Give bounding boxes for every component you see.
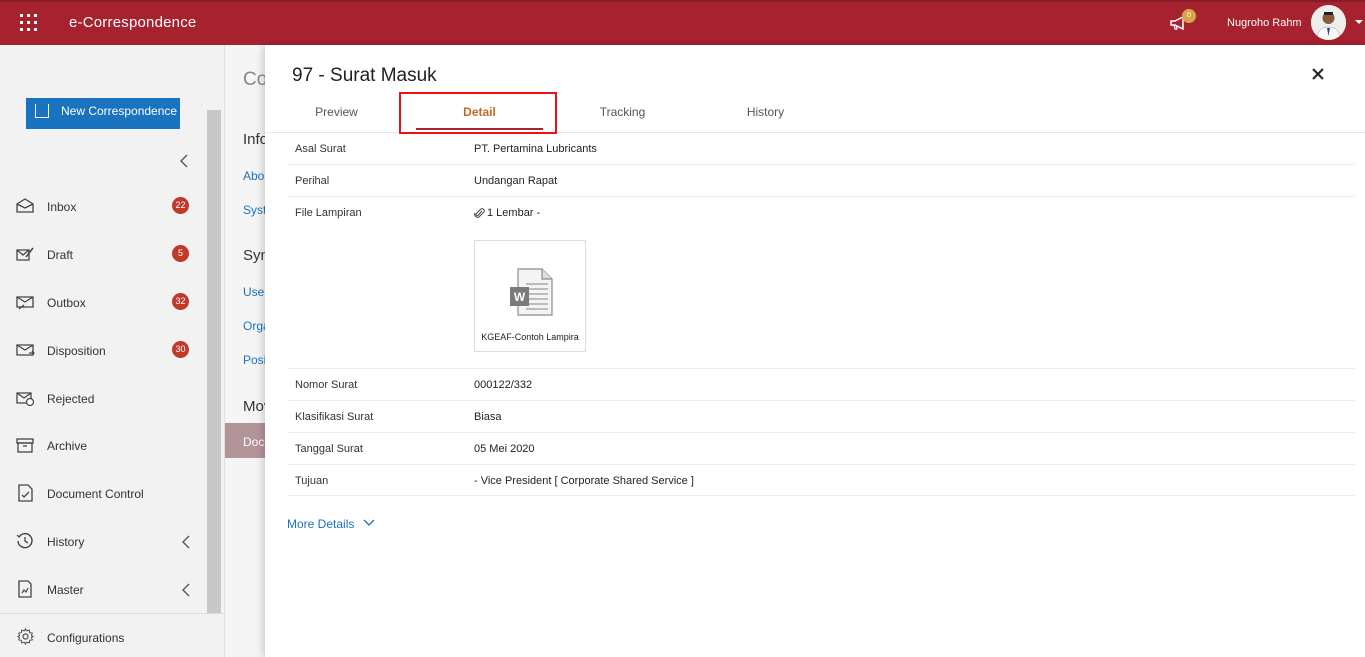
avatar[interactable] — [1311, 5, 1346, 40]
detail-row-nomor-surat: Nomor Surat 000122/332 — [288, 369, 1355, 401]
sidebar-item-label: Outbox — [47, 296, 86, 310]
detail-row-file-lampiran: File Lampiran 1 Lembar - — [288, 197, 1355, 369]
background-section-info: Info — [243, 131, 265, 148]
app-title[interactable]: e-Correspondence — [69, 14, 196, 31]
outbox-count-badge: 32 — [172, 293, 189, 310]
background-link-about[interactable]: Abou — [243, 169, 265, 183]
inbox-count-badge: 22 — [172, 197, 189, 214]
draft-icon — [16, 247, 34, 261]
sidebar-item-label: Draft — [47, 248, 74, 262]
detail-panel: 97 - Surat Masuk Preview Detail Tracking… — [265, 45, 1365, 657]
sidebar-item-label: History — [47, 535, 85, 549]
outbox-icon — [16, 296, 34, 310]
attachment-file-name: KGEAF-Contoh Lampira — [481, 332, 579, 342]
master-icon — [18, 580, 32, 598]
detail-tab-highlight — [399, 92, 557, 134]
sidebar-item-history[interactable]: History — [0, 526, 205, 556]
paperclip-icon — [474, 208, 485, 218]
background-link-user[interactable]: User — [243, 285, 265, 299]
attachment-card[interactable]: W KGEAF-Contoh Lampira — [474, 240, 586, 352]
inbox-icon — [16, 198, 34, 213]
app-launcher-icon[interactable] — [20, 14, 37, 31]
detail-row-tujuan: Tujuan - Vice President [ Corporate Shar… — [288, 465, 1355, 496]
disposition-count-badge: 30 — [172, 341, 189, 358]
sidebar-item-label: Disposition — [47, 344, 106, 358]
word-document-icon: W — [510, 268, 553, 316]
field-value: Undangan Rapat — [474, 175, 558, 187]
detail-row-klasifikasi-surat: Klasifikasi Surat Biasa — [288, 401, 1355, 433]
sidebar-item-label: Rejected — [47, 392, 95, 406]
sidebar-item-configurations[interactable]: Configurations — [0, 613, 224, 657]
field-label: Tujuan — [295, 475, 329, 487]
disposition-icon — [16, 344, 35, 356]
sidebar-scrollbar[interactable] — [207, 110, 221, 613]
sidebar-item-label: Master — [47, 583, 84, 597]
gear-icon — [17, 628, 34, 645]
background-link-system[interactable]: Syst — [243, 203, 265, 217]
sidebar-item-outbox[interactable]: Outbox 32 — [0, 287, 205, 317]
background-section-sync: Sync — [243, 247, 265, 264]
sidebar-item-inbox[interactable]: Inbox 22 — [0, 191, 205, 221]
field-value: - Vice President [ Corporate Shared Serv… — [474, 475, 694, 487]
top-bar: e-Correspondence 0 Nugroho Rahm — [0, 0, 1365, 45]
field-label: File Lampiran — [295, 207, 362, 219]
chevron-down-icon[interactable] — [363, 519, 375, 527]
field-label: Tanggal Surat — [295, 443, 363, 455]
panel-title: 97 - Surat Masuk — [292, 65, 437, 86]
detail-row-perihal: Perihal Undangan Rapat — [288, 165, 1355, 197]
master-expand-chevron-icon[interactable] — [180, 582, 192, 598]
history-icon — [16, 532, 33, 549]
draft-count-badge: 5 — [172, 245, 189, 262]
background-page: Co Info Abou Syst Sync User Orga Posi Mo… — [224, 45, 265, 657]
sidebar-item-document-control[interactable]: Document Control — [0, 478, 205, 508]
new-correspondence-button[interactable]: New Correspondence — [26, 98, 180, 129]
tab-tracking[interactable]: Tracking — [551, 100, 694, 132]
sidebar: New Correspondence Inbox 22 Draft 5 Outb… — [0, 45, 224, 657]
close-icon[interactable] — [1311, 67, 1325, 81]
background-active-item-label: Docu — [243, 435, 265, 449]
background-active-item[interactable]: Docu — [225, 423, 265, 458]
sidebar-item-label: Document Control — [47, 487, 144, 501]
collapse-sidebar-chevron-icon[interactable] — [178, 153, 190, 169]
sidebar-item-draft[interactable]: Draft 5 — [0, 239, 205, 269]
document-control-icon — [18, 484, 33, 502]
configurations-label: Configurations — [47, 631, 125, 645]
detail-row-asal-surat: Asal Surat PT. Pertamina Lubricants — [288, 133, 1355, 165]
field-value: 05 Mei 2020 — [474, 443, 535, 455]
field-label: Klasifikasi Surat — [295, 411, 374, 423]
more-details-link[interactable]: More Details — [287, 517, 354, 531]
field-label: Perihal — [295, 175, 330, 187]
sidebar-item-label: Inbox — [47, 200, 77, 214]
detail-row-tanggal-surat: Tanggal Surat 05 Mei 2020 — [288, 433, 1355, 465]
new-document-icon — [35, 104, 49, 118]
svg-text:W: W — [514, 290, 526, 304]
field-value: Biasa — [474, 411, 502, 423]
archive-icon — [16, 438, 34, 453]
field-value: PT. Pertamina Lubricants — [474, 143, 597, 155]
user-name[interactable]: Nugroho Rahm — [1227, 17, 1302, 29]
background-page-title: Co — [243, 69, 265, 90]
tab-history[interactable]: History — [694, 100, 837, 132]
background-section-move: Mov — [243, 398, 265, 415]
tab-preview[interactable]: Preview — [265, 100, 408, 132]
notification-badge: 0 — [1182, 9, 1196, 23]
background-link-position[interactable]: Posi — [243, 353, 265, 367]
sidebar-item-master[interactable]: Master — [0, 574, 205, 604]
sidebar-item-label: Archive — [47, 439, 88, 453]
field-value: 000122/332 — [474, 379, 533, 391]
user-menu-caret-icon[interactable] — [1355, 20, 1363, 24]
new-correspondence-label: New Correspondence — [61, 104, 178, 118]
field-value: 1 Lembar - — [474, 207, 540, 219]
field-label: Asal Surat — [295, 143, 346, 155]
sidebar-item-rejected[interactable]: Rejected — [0, 383, 205, 413]
rejected-icon — [16, 392, 35, 407]
sidebar-item-disposition[interactable]: Disposition 30 — [0, 335, 205, 365]
field-label: Nomor Surat — [295, 379, 358, 391]
history-expand-chevron-icon[interactable] — [180, 534, 192, 550]
sidebar-item-archive[interactable]: Archive — [0, 430, 205, 460]
top-accent-line — [0, 0, 1365, 2]
background-link-organization[interactable]: Orga — [243, 319, 265, 333]
attachment-count: 1 Lembar - — [487, 207, 541, 219]
